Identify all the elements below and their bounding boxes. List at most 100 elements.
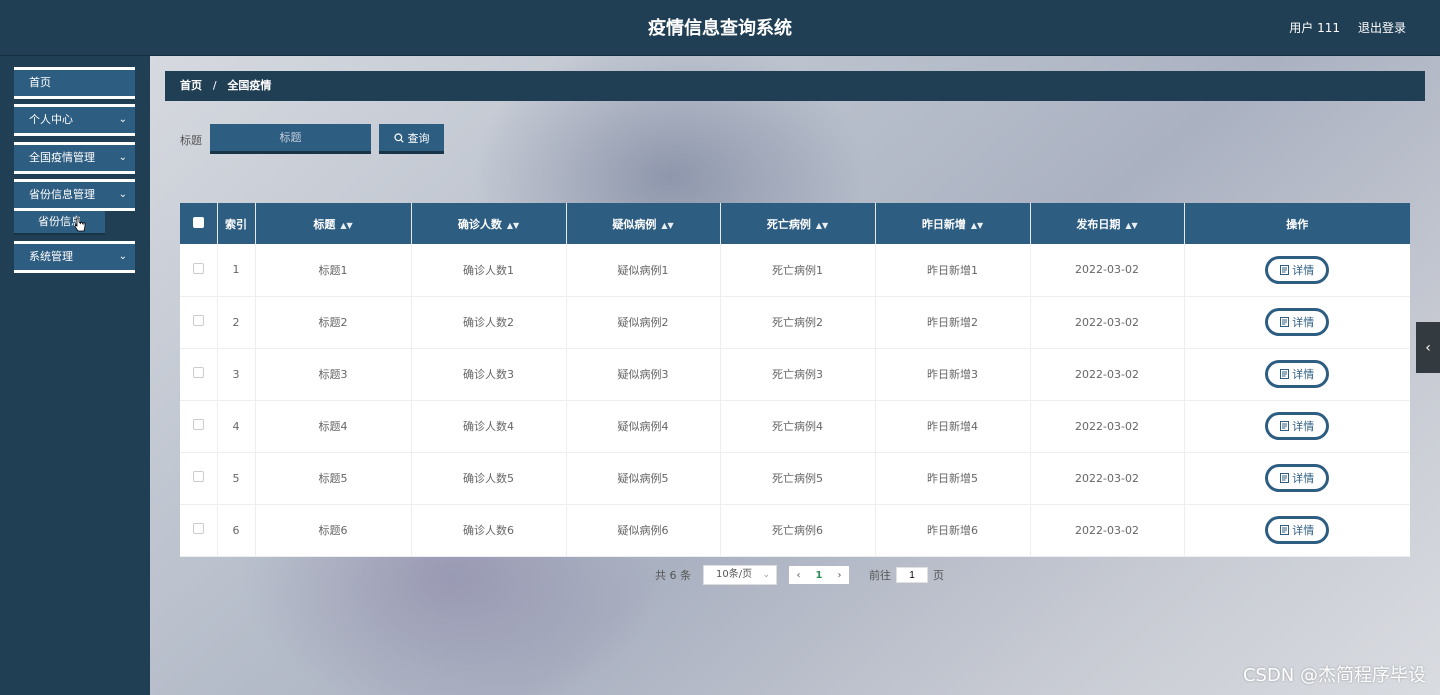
- cell-title: 标题2: [255, 296, 412, 349]
- goto-prefix: 前往: [869, 569, 891, 582]
- cell-new: 昨日新增3: [875, 348, 1031, 401]
- column-header-date[interactable]: 发布日期 ▲▼: [1030, 203, 1185, 244]
- cell-confirmed: 确诊人数6: [411, 504, 567, 557]
- column-header-label: 标题: [313, 217, 336, 231]
- select-all-cell: [180, 203, 218, 244]
- sidebar-item-province-info[interactable]: 省份信息管理 ⌄: [14, 179, 135, 211]
- cell-date: 2022-03-02: [1030, 296, 1185, 349]
- chevron-down-icon: ⌄: [118, 152, 127, 163]
- breadcrumb-current: 全国疫情: [227, 79, 272, 92]
- document-icon: [1280, 421, 1290, 431]
- document-icon: [1280, 525, 1290, 535]
- logout-button[interactable]: 退出登录: [1358, 19, 1406, 36]
- search-icon: [393, 132, 404, 143]
- column-header-label: 疑似病例: [612, 217, 657, 231]
- sort-icon[interactable]: ▲▼: [507, 221, 519, 230]
- document-icon: [1280, 264, 1290, 275]
- detail-button-label: 详情: [1292, 524, 1315, 537]
- detail-button[interactable]: 详情: [1265, 464, 1330, 492]
- column-header-suspected[interactable]: 疑似病例 ▲▼: [566, 203, 721, 244]
- row-checkbox[interactable]: [192, 523, 204, 534]
- cell-actions: 详情: [1184, 504, 1410, 557]
- row-checkbox[interactable]: [192, 419, 204, 430]
- column-header-label: 索引: [225, 217, 247, 231]
- table-row: 1 标题1 确诊人数1 疑似病例1 死亡病例1 昨日新增1 2022-03-02 详情: [180, 244, 1410, 297]
- detail-button-label: 详情: [1292, 316, 1315, 329]
- row-checkbox[interactable]: [192, 367, 204, 378]
- watermark: CSDN @杰简程序毕设: [1242, 665, 1426, 686]
- prev-page-icon[interactable]: ‹: [797, 570, 801, 581]
- detail-button-label: 详情: [1292, 420, 1315, 433]
- cell-suspected: 疑似病例1: [566, 244, 721, 297]
- page-size-select[interactable]: 10条/页 ⌄: [703, 565, 777, 585]
- cell-confirmed: 确诊人数1: [411, 244, 567, 297]
- cell-deaths: 死亡病例6: [720, 504, 876, 557]
- user-label: 用户 111: [1289, 21, 1340, 35]
- column-header-actions: 操作: [1184, 203, 1410, 244]
- cell-deaths: 死亡病例3: [720, 348, 876, 401]
- cell-actions: 详情: [1184, 452, 1410, 505]
- sidebar-item-home[interactable]: 首页: [14, 67, 135, 99]
- cell-suspected: 疑似病例6: [566, 504, 721, 557]
- detail-button[interactable]: 详情: [1265, 516, 1330, 544]
- sort-icon[interactable]: ▲▼: [340, 221, 352, 230]
- select-all-checkbox[interactable]: [192, 216, 204, 228]
- cell-index: 4: [217, 400, 256, 453]
- cell-date: 2022-03-02: [1030, 244, 1185, 297]
- sidebar: 首页 个人中心 ⌄ 全国疫情管理 ⌄ 省份信息管理 ⌄ 省份信息 系统管理 ⌄: [0, 56, 150, 695]
- detail-button[interactable]: 详情: [1265, 308, 1330, 336]
- table-row: 3 标题3 确诊人数3 疑似病例3 死亡病例3 昨日新增3 2022-03-02 详情: [180, 348, 1410, 401]
- sort-icon[interactable]: ▲▼: [1125, 221, 1137, 230]
- chevron-left-icon[interactable]: ‹: [1416, 322, 1440, 373]
- cell-deaths: 死亡病例1: [720, 244, 876, 297]
- sidebar-item-national-epidemic[interactable]: 全国疫情管理 ⌄: [14, 142, 135, 174]
- table-row: 4 标题4 确诊人数4 疑似病例4 死亡病例4 昨日新增4 2022-03-02 详情: [180, 400, 1410, 453]
- submenu-item-province-info[interactable]: 省份信息: [14, 211, 105, 235]
- column-header-confirmed[interactable]: 确诊人数 ▲▼: [411, 203, 567, 244]
- column-header-label: 确诊人数: [457, 217, 502, 231]
- detail-button[interactable]: 详情: [1265, 360, 1330, 388]
- current-page[interactable]: 1: [816, 570, 823, 581]
- cell-confirmed: 确诊人数5: [411, 452, 567, 505]
- breadcrumb-home[interactable]: 首页: [180, 79, 202, 92]
- cell-date: 2022-03-02: [1030, 348, 1185, 401]
- document-icon: [1280, 473, 1290, 483]
- row-checkbox[interactable]: [192, 262, 204, 274]
- cell-title: 标题5: [255, 452, 412, 505]
- sidebar-item-label: 个人中心: [29, 113, 73, 126]
- row-checkbox-cell: [180, 296, 218, 349]
- hand-cursor-icon: [74, 217, 86, 232]
- detail-button[interactable]: 详情: [1265, 412, 1330, 440]
- row-checkbox[interactable]: [192, 315, 204, 326]
- sidebar-item-label: 系统管理: [29, 250, 73, 263]
- chevron-down-icon: ⌄: [118, 189, 127, 200]
- column-header-label: 昨日新增: [921, 217, 966, 231]
- sidebar-item-label: 首页: [29, 76, 51, 89]
- row-checkbox[interactable]: [192, 471, 204, 482]
- next-page-icon[interactable]: ›: [837, 570, 841, 581]
- cell-suspected: 疑似病例4: [566, 400, 721, 453]
- cell-actions: 详情: [1184, 296, 1410, 349]
- app-title: 疫情信息查询系统: [648, 18, 792, 39]
- column-header-deaths[interactable]: 死亡病例 ▲▼: [720, 203, 876, 244]
- main-content: 首页 / 全国疫情 标题 查询 索引 标题 ▲▼ 确诊人数 ▲▼ 疑似病例 ▲▼: [150, 56, 1440, 695]
- sidebar-item-system[interactable]: 系统管理 ⌄: [14, 241, 135, 273]
- row-checkbox-cell: [180, 452, 218, 505]
- cell-index: 1: [217, 244, 256, 297]
- goto-page-input[interactable]: [896, 567, 928, 583]
- cell-suspected: 疑似病例2: [566, 296, 721, 349]
- pagination: 共 6 条 10条/页 ⌄ ‹ 1 › 前往 页: [655, 564, 944, 586]
- cell-confirmed: 确诊人数2: [411, 296, 567, 349]
- search-button[interactable]: 查询: [379, 124, 444, 154]
- sort-icon[interactable]: ▲▼: [816, 221, 828, 230]
- detail-button[interactable]: 详情: [1265, 255, 1330, 284]
- column-header-index: 索引: [217, 203, 256, 244]
- sort-icon[interactable]: ▲▼: [971, 221, 983, 230]
- column-header-new[interactable]: 昨日新增 ▲▼: [875, 203, 1031, 244]
- cell-title: 标题1: [255, 244, 412, 297]
- search-input[interactable]: [210, 124, 371, 154]
- sort-icon[interactable]: ▲▼: [661, 221, 673, 230]
- column-header-title[interactable]: 标题 ▲▼: [255, 203, 412, 244]
- sidebar-item-profile[interactable]: 个人中心 ⌄: [14, 104, 135, 136]
- chevron-down-icon: ⌄: [118, 114, 127, 125]
